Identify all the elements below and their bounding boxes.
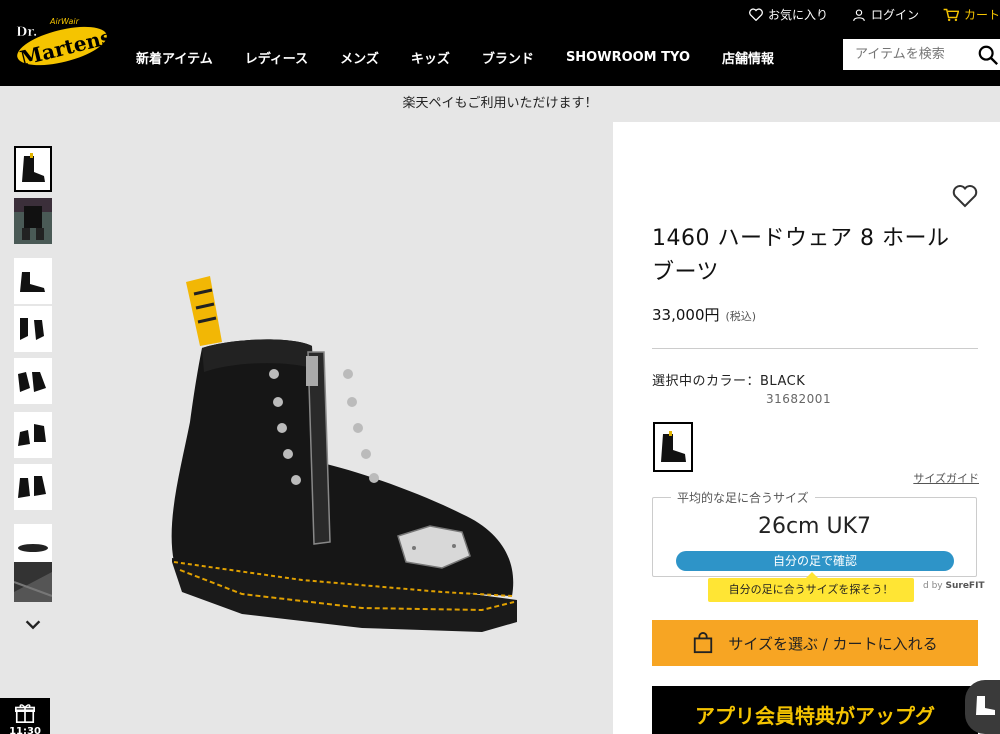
dr-martens-logo[interactable]: Dr. Martens AirWair xyxy=(10,12,114,72)
color-swatch-black[interactable] xyxy=(653,422,693,472)
gift-icon xyxy=(15,704,35,723)
app-member-banner[interactable]: アプリ会員特典がアップグ xyxy=(652,686,978,734)
thumbnail-4[interactable] xyxy=(14,306,52,352)
add-to-cart-label: サイズを選ぶ / カートに入れる xyxy=(728,634,938,653)
favorites-label: お気に入り xyxy=(767,8,828,22)
thumbnail-6[interactable] xyxy=(14,412,52,458)
product-panel: 1460 ハードウェア 8 ホール ブーツ 33,000円 (税込) 選択中のカラ… xyxy=(613,122,1000,734)
boot-image xyxy=(171,276,517,632)
nav-showroom[interactable]: SHOWROOM TYO xyxy=(550,50,706,65)
page: Dr. Martens AirWair お気に入り ログイン カート 新着アイテ… xyxy=(0,0,1000,734)
thumbnail-3[interactable] xyxy=(14,258,52,304)
user-icon xyxy=(853,8,865,21)
thumbnail-9[interactable] xyxy=(13,562,53,608)
fit-legend: 平均的な足に合うサイズ xyxy=(671,489,815,506)
promo-banner: 楽天ペイもご利用いただけます！ xyxy=(0,86,1000,122)
nav-stores[interactable]: 店舗情報 xyxy=(706,48,790,67)
nav-ladies[interactable]: レディース xyxy=(229,48,324,67)
product-sku: 31682001 xyxy=(766,392,832,406)
heart-icon xyxy=(749,8,763,21)
product-price: 33,000円 (税込) xyxy=(652,304,756,325)
shopping-bag-icon xyxy=(694,632,713,654)
thumbnail-1[interactable] xyxy=(14,146,52,192)
utility-nav: お気に入り ログイン カート xyxy=(749,6,1000,23)
check-own-foot-button[interactable]: 自分の足で確認 xyxy=(676,551,954,571)
favorite-heart-icon[interactable] xyxy=(952,184,978,208)
price-value: 33,000円 xyxy=(652,306,720,324)
product-title: 1460 ハードウェア 8 ホール ブーツ xyxy=(652,226,950,285)
boot-icon xyxy=(976,696,995,715)
gift-timer: 11:30 xyxy=(9,726,41,734)
price-tax-note: (税込) xyxy=(725,310,757,323)
nav-kids[interactable]: キッズ xyxy=(395,48,466,67)
search-icon[interactable] xyxy=(977,44,999,66)
cart-link[interactable]: カート xyxy=(943,6,1000,23)
surefit-brand: SureFIT xyxy=(945,581,985,591)
cart-label: カート xyxy=(963,8,1000,22)
thumbnail-2[interactable] xyxy=(14,198,52,244)
main-nav: 新着アイテム レディース メンズ キッズ ブランド SHOWROOM TYO 店… xyxy=(120,44,790,70)
product-main-image[interactable] xyxy=(62,122,612,718)
nav-mens[interactable]: メンズ xyxy=(324,48,395,67)
svg-text:Dr.: Dr. xyxy=(16,25,37,40)
size-guide-link[interactable]: サイズガイド xyxy=(913,470,979,486)
gift-widget[interactable]: 11:30 xyxy=(0,698,50,734)
fit-tooltip: 自分の足に合うサイズを探そう！ xyxy=(708,572,914,602)
selected-color-label: 選択中のカラー：BLACK xyxy=(652,374,806,389)
login-link[interactable]: ログイン xyxy=(852,6,919,23)
powered-prefix: d by xyxy=(923,581,943,591)
cart-icon xyxy=(943,8,959,21)
chevron-down-icon[interactable] xyxy=(22,614,44,636)
favorites-link[interactable]: お気に入り xyxy=(749,6,828,23)
login-label: ログイン xyxy=(870,8,919,22)
nav-new-items[interactable]: 新着アイテム xyxy=(120,48,229,67)
powered-by-surefit: d by SureFIT xyxy=(923,581,985,591)
thumbnail-7[interactable] xyxy=(14,464,52,510)
fit-size-value: 26cm UK7 xyxy=(757,514,872,539)
thumbnail-5[interactable] xyxy=(14,358,52,404)
search-box xyxy=(843,39,1000,70)
svg-text:AirWair: AirWair xyxy=(49,17,80,26)
nav-brand[interactable]: ブランド xyxy=(466,48,550,67)
search-input[interactable] xyxy=(843,39,973,70)
add-to-cart-button[interactable]: サイズを選ぶ / カートに入れる xyxy=(652,620,978,666)
side-floating-button[interactable] xyxy=(965,680,1000,734)
site-header: Dr. Martens AirWair お気に入り ログイン カート 新着アイテ… xyxy=(0,0,1000,86)
divider xyxy=(652,348,978,349)
fit-recommendation-box: 平均的な足に合うサイズ 26cm UK7 自分の足で確認 xyxy=(652,489,977,577)
